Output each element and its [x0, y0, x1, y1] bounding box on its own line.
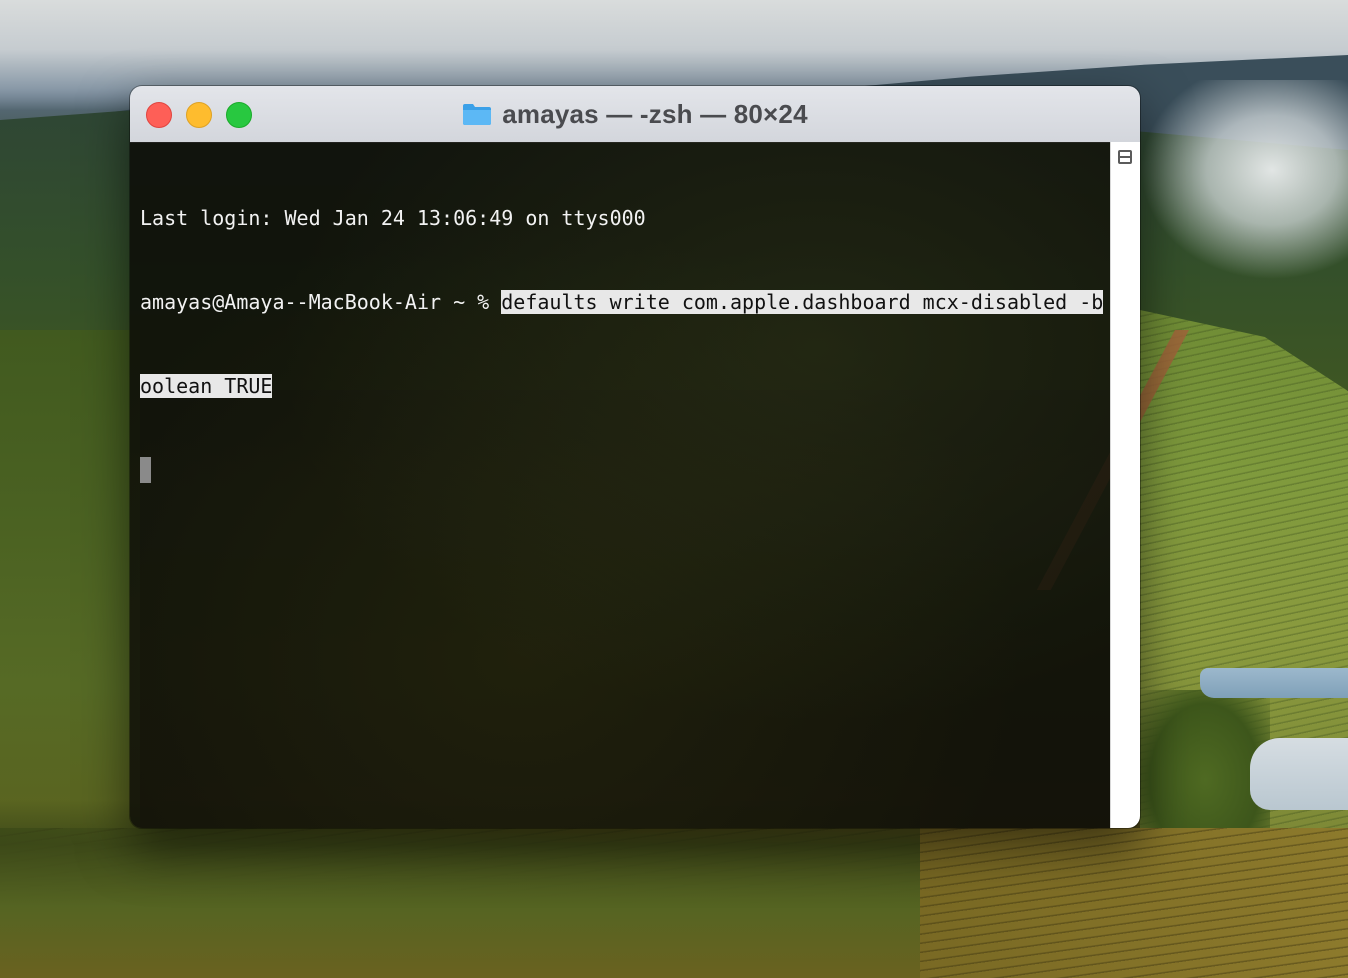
window-title-group: amayas — -zsh — 80×24 [130, 86, 1140, 142]
wallpaper-lake-upper [1200, 668, 1348, 698]
selected-command-part2[interactable]: oolean TRUE [140, 374, 273, 398]
command-line: amayas@Amaya--MacBook-Air ~ % defaults w… [140, 288, 1105, 316]
wallpaper-lake-lower [1250, 738, 1348, 810]
cursor-line [140, 456, 1105, 484]
title-bar[interactable]: amayas — -zsh — 80×24 [130, 86, 1140, 143]
command-line-wrap: oolean TRUE [140, 372, 1105, 400]
split-view-icon[interactable] [1118, 150, 1132, 164]
selected-command-part1[interactable]: defaults write com.apple.dashboard mcx-d… [501, 290, 1104, 314]
terminal-window: amayas — -zsh — 80×24 Last login: Wed Ja… [130, 86, 1140, 828]
folder-icon [462, 102, 492, 126]
text-cursor [140, 457, 151, 483]
shell-prompt: amayas@Amaya--MacBook-Air ~ % [140, 290, 502, 314]
window-title: amayas — -zsh — 80×24 [502, 98, 808, 129]
last-login-line: Last login: Wed Jan 24 13:06:49 on ttys0… [140, 204, 1105, 232]
scrollbar-gutter[interactable] [1110, 142, 1140, 828]
last-login-text: Last login: Wed Jan 24 13:06:49 on ttys0… [140, 206, 646, 230]
terminal-output[interactable]: Last login: Wed Jan 24 13:06:49 on ttys0… [140, 148, 1105, 540]
wallpaper-fog [1140, 80, 1348, 280]
